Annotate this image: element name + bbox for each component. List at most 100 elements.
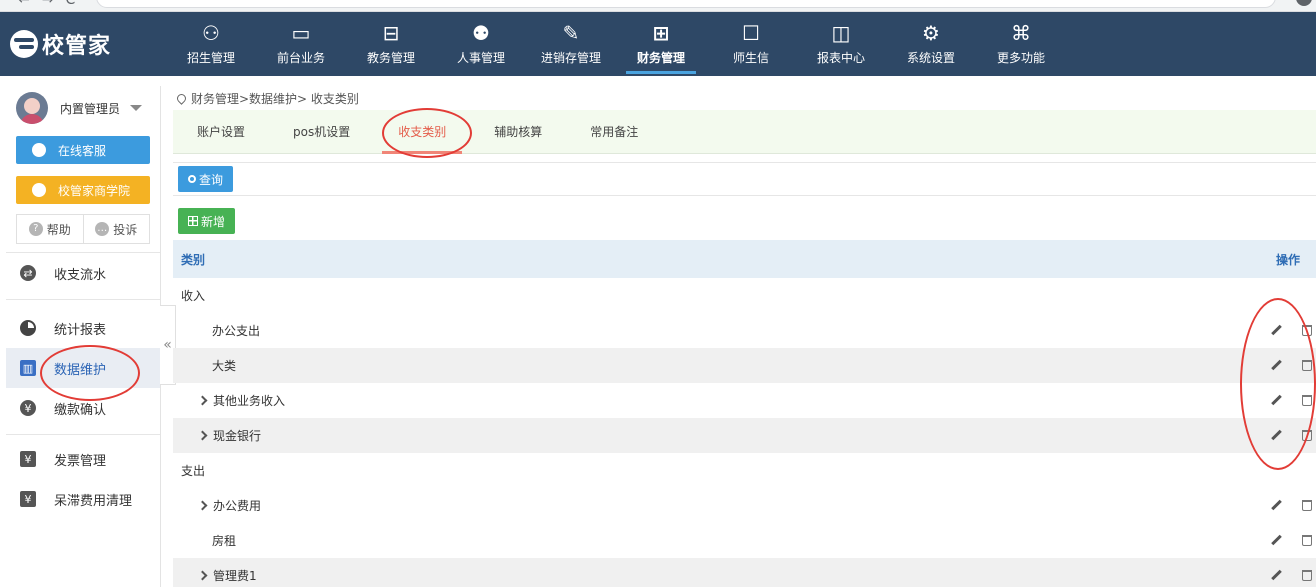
profile-icon[interactable] — [1296, 0, 1312, 6]
nav-label: 更多功能 — [996, 51, 1045, 65]
nav-item-messages[interactable]: ☐ 师生信 — [706, 12, 796, 76]
complaint-button[interactable]: … 投诉 — [82, 215, 150, 243]
category-name: 收入 — [181, 289, 206, 303]
trash-icon[interactable] — [1302, 395, 1312, 406]
help-label: 帮助 — [46, 222, 71, 237]
nav-item-settings[interactable]: ⚙ 系统设置 — [886, 12, 976, 76]
sidebar-item-statistics[interactable]: 统计报表 — [6, 308, 160, 348]
finance-screen-icon: ⊞ — [652, 21, 670, 45]
chat-icon: ☐ — [742, 21, 760, 45]
trash-icon[interactable] — [1302, 570, 1312, 581]
avatar — [16, 92, 48, 124]
edit-pencil-icon[interactable] — [1270, 499, 1284, 513]
chevron-right-icon[interactable] — [197, 500, 208, 511]
sidebar-item-label: 缴款确认 — [54, 402, 107, 418]
browser-nav-arrows-icon[interactable]: ←→C — [18, 0, 87, 8]
yen-icon: ¥ — [20, 400, 36, 416]
category-name: 大类 — [212, 359, 237, 373]
box-icon: ⊟ — [382, 21, 400, 45]
academy-button[interactable]: 校管家商学院 — [16, 176, 150, 204]
nav-item-reports[interactable]: ◫ 报表中心 — [796, 12, 886, 76]
trash-icon[interactable] — [1302, 325, 1312, 336]
user-name: 内置管理员 — [60, 101, 121, 116]
breadcrumb: 财务管理>数据维护> 收支类别 — [173, 86, 1316, 110]
sidebar-item-payment-confirm[interactable]: ¥ 缴款确认 — [6, 388, 160, 428]
gear-icon: ⚙ — [922, 21, 940, 45]
sidebar-item-invoice[interactable]: ¥ 发票管理 — [6, 439, 160, 479]
nav-label: 教务管理 — [366, 51, 415, 65]
table-row: 收入 — [173, 278, 1316, 313]
sidebar-item-cashflow[interactable]: ⇄ 收支流水 — [6, 253, 160, 293]
online-service-label: 在线客服 — [58, 143, 107, 158]
bar-chart-icon: ▥ — [20, 360, 36, 376]
table-row: 办公费用 — [173, 488, 1316, 523]
chevron-right-icon[interactable] — [197, 430, 208, 441]
nav-item-front-desk[interactable]: ▭ 前台业务 — [256, 12, 346, 76]
add-toolbar: 新增 — [173, 206, 1316, 236]
tab-label: pos机设置 — [293, 125, 351, 139]
edit-pencil-icon[interactable] — [1270, 429, 1284, 443]
help-row: ? 帮助 … 投诉 — [16, 214, 150, 244]
nav-item-academic[interactable]: ⊟ 教务管理 — [346, 12, 436, 76]
edit-pencil-icon[interactable] — [1270, 394, 1284, 408]
sidebar-item-data-maintenance[interactable]: ▥ 数据维护 — [6, 348, 160, 388]
tab-label: 收支类别 — [398, 125, 447, 139]
browser-toolbar: ←→C — [0, 0, 1316, 12]
query-button[interactable]: 查询 — [178, 166, 234, 192]
sidebar-item-stale-fee-cleanup[interactable]: ¥ 呆滞费用清理 — [6, 479, 160, 519]
table-row: 大类 — [173, 348, 1316, 383]
trash-icon[interactable] — [1302, 360, 1312, 371]
nav-label: 进销存管理 — [540, 51, 601, 65]
edit-pencil-icon[interactable] — [1270, 324, 1284, 338]
nav-label: 前台业务 — [276, 51, 325, 65]
sidebar-item-label: 统计报表 — [54, 322, 107, 338]
table-row: 管理费1 — [173, 558, 1316, 587]
main-nav: ⚇ 招生管理 ▭ 前台业务 ⊟ 教务管理 ⚉ 人事管理 ✎ 进销存管理 ⊞ 财务… — [166, 12, 1066, 76]
nav-label: 财务管理 — [636, 51, 685, 65]
user-menu[interactable]: 内置管理员 — [6, 86, 160, 130]
logo[interactable]: 校管家 — [10, 27, 111, 61]
tab-pos-settings[interactable]: pos机设置 — [269, 110, 374, 154]
tab-bar: 账户设置 pos机设置 收支类别 辅助核算 常用备注 — [173, 110, 1316, 154]
nav-label: 师生信 — [732, 51, 769, 65]
chevron-right-icon[interactable] — [197, 395, 208, 406]
category-name: 其他业务收入 — [213, 394, 286, 408]
double-chevron-left-icon: « — [163, 337, 172, 353]
address-bar[interactable] — [96, 0, 1276, 8]
online-service-button[interactable]: 在线客服 — [16, 136, 150, 164]
tab-account-settings[interactable]: 账户设置 — [173, 110, 269, 154]
help-button[interactable]: ? 帮助 — [17, 215, 83, 243]
trash-icon[interactable] — [1302, 500, 1312, 511]
tab-common-notes[interactable]: 常用备注 — [566, 110, 662, 154]
caret-down-icon[interactable] — [130, 105, 143, 111]
table-header: 类别 操作 — [173, 240, 1316, 278]
edit-box-icon: ✎ — [562, 21, 580, 45]
edit-pencil-icon[interactable] — [1270, 569, 1284, 583]
chevron-right-icon[interactable] — [197, 570, 208, 581]
graduation-cap-icon — [32, 183, 46, 197]
table-row: 房租 — [173, 523, 1316, 558]
add-button[interactable]: 新增 — [178, 208, 236, 234]
table-row: 支出 — [173, 453, 1316, 488]
plus-grid-icon — [188, 216, 198, 226]
trash-icon[interactable] — [1302, 430, 1312, 441]
tab-income-expense-categories[interactable]: 收支类别 — [374, 110, 470, 154]
nav-item-finance[interactable]: ⊞ 财务管理 — [616, 12, 706, 76]
category-name: 现金银行 — [213, 429, 262, 443]
trash-icon[interactable] — [1302, 535, 1312, 546]
category-tree: 收入 办公支出 大类 其他业务收入 现金银行 支出 办公费用 房租 管理费1 — [173, 278, 1316, 587]
edit-pencil-icon[interactable] — [1270, 534, 1284, 548]
nav-item-more[interactable]: ⌘ 更多功能 — [976, 12, 1066, 76]
tab-label: 辅助核算 — [494, 125, 543, 139]
tab-auxiliary-accounting[interactable]: 辅助核算 — [470, 110, 566, 154]
nav-item-inventory[interactable]: ✎ 进销存管理 — [526, 12, 616, 76]
nav-item-enrollment[interactable]: ⚇ 招生管理 — [166, 12, 256, 76]
edit-pencil-icon[interactable] — [1270, 359, 1284, 373]
query-label: 查询 — [199, 172, 224, 187]
academy-label: 校管家商学院 — [58, 183, 131, 198]
search-toolbar: 查询 — [173, 162, 1316, 196]
top-navbar: 校管家 ⚇ 招生管理 ▭ 前台业务 ⊟ 教务管理 ⚉ 人事管理 ✎ 进销存管理 … — [0, 12, 1316, 76]
divider — [6, 434, 160, 435]
nav-label: 人事管理 — [456, 51, 505, 65]
nav-item-hr[interactable]: ⚉ 人事管理 — [436, 12, 526, 76]
